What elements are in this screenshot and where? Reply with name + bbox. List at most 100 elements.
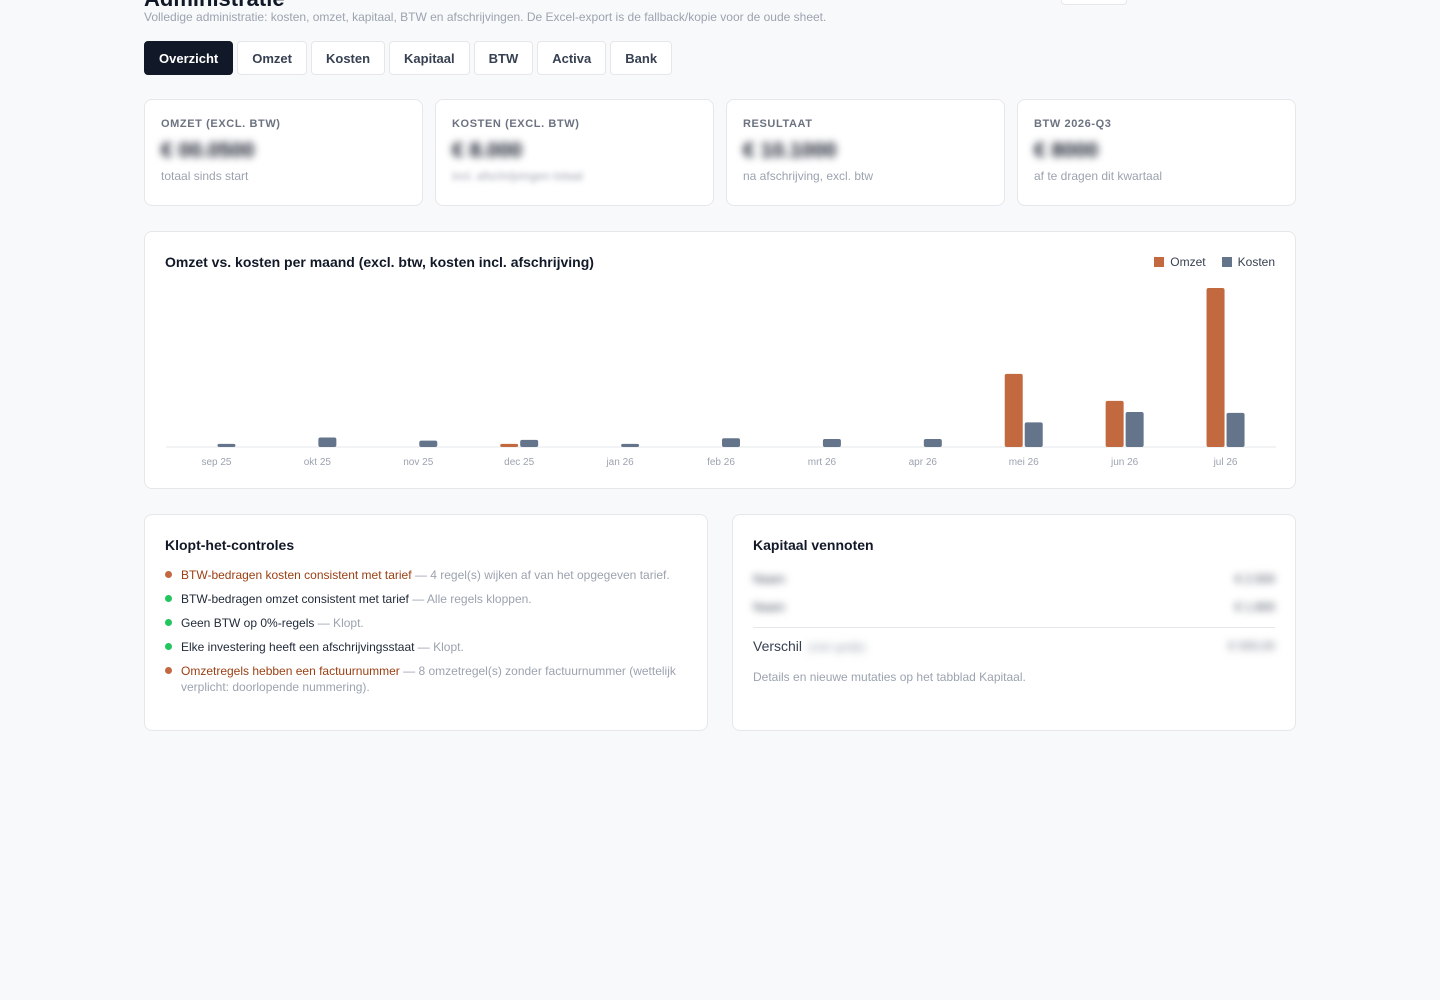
tab-kapitaal[interactable]: Kapitaal: [389, 41, 470, 75]
check-item: BTW-bedragen omzet consistent met tarief…: [165, 591, 687, 607]
bar-omzet[interactable]: [1206, 288, 1225, 447]
check-item: Geen BTW op 0%-regels — Klopt.: [165, 615, 687, 631]
total-note: (niet gelijk): [808, 640, 867, 654]
x-tick-label: jan 26: [605, 457, 634, 468]
bar-kosten[interactable]: [923, 439, 942, 447]
kpi-subtext: totaal sinds start: [161, 169, 249, 183]
chart-card: sep 25 okt 25 nov 25 dec 25 jan 26 feb 26 mrt …: [144, 231, 1296, 489]
total-label-wrap: Verschil (niet gelijk): [753, 638, 866, 654]
legend-item-kosten: Kosten: [1221, 255, 1275, 269]
x-tick-label: okt 25: [304, 457, 332, 468]
chart-title: Omzet vs. kosten per maand (excl. btw, k…: [165, 254, 594, 270]
capital-footer-note: Details en nieuwe mutaties op het tabbla…: [753, 670, 1026, 684]
capital-row: Naam € 2.500: [753, 565, 1275, 593]
bar-omzet[interactable]: [500, 443, 519, 447]
warning-dot-icon: [165, 667, 172, 674]
partner-name: Naam: [753, 572, 786, 586]
capital-row: Naam € 1.800: [753, 593, 1275, 621]
kpi-label: OMZET (EXCL. BTW): [161, 118, 281, 130]
tab-omzet[interactable]: Omzet: [237, 41, 307, 75]
kpi-card-kosten: KOSTEN (EXCL. BTW) € 8.000 incl. afschri…: [435, 99, 714, 206]
check-name: Geen BTW op 0%-regels: [181, 616, 315, 630]
checks-title: Klopt-het-controles: [165, 537, 295, 553]
check-name: Elke investering heeft een afschrijvings…: [181, 640, 415, 654]
check-list: BTW-bedragen kosten consistent met tarie…: [165, 567, 687, 695]
partner-amount: € 2.500: [1234, 572, 1275, 586]
kpi-row: OMZET (EXCL. BTW) € 00.0500 totaal sinds…: [144, 99, 1296, 206]
x-tick-label: jun 26: [1110, 457, 1139, 468]
check-name: BTW-bedragen omzet consistent met tarief: [181, 592, 409, 606]
page-subtitle: Volledige administratie: kosten, omzet, …: [144, 10, 827, 24]
checks-card: Klopt-het-controles BTW-bedragen kosten …: [144, 514, 708, 731]
kpi-card-resultaat: RESULTAAT € 10.1000 na afschrijving, exc…: [726, 99, 1005, 206]
legend-swatch-omzet: [1154, 257, 1165, 267]
kpi-subtext: af te dragen dit kwartaal: [1034, 169, 1163, 183]
warning-dot-icon: [165, 571, 172, 578]
capital-card: Kapitaal vennoten Naam € 2.500 Naam € 1.…: [732, 514, 1296, 731]
ok-dot-icon: [165, 619, 172, 626]
bar-kosten[interactable]: [520, 439, 539, 447]
bar-kosten[interactable]: [1226, 412, 1245, 447]
tab-bar: Overzicht Omzet Kosten Kapitaal BTW Acti…: [144, 41, 673, 75]
x-tick-label: mrt 26: [808, 457, 837, 468]
partner-name: Naam: [753, 600, 786, 614]
capital-total-row: Verschil (niet gelijk) € 000,00: [753, 632, 1275, 660]
kpi-subtext: na afschrijving, excl. btw: [743, 169, 874, 183]
tab-btw[interactable]: BTW: [473, 41, 534, 75]
check-item: Elke investering heeft een afschrijvings…: [165, 639, 687, 655]
tab-kosten[interactable]: Kosten: [310, 41, 386, 75]
tab-bank[interactable]: Bank: [610, 41, 673, 75]
kpi-value: € 00.0500: [161, 139, 255, 162]
total-value: € 000,00: [1228, 639, 1275, 653]
bar-kosten[interactable]: [1024, 422, 1043, 447]
check-detail: — Klopt.: [414, 640, 464, 654]
check-name: Omzetregels hebben een factuurnummer: [181, 664, 400, 678]
bar-kosten[interactable]: [722, 438, 740, 447]
kpi-value: € 8.000: [452, 139, 523, 162]
kpi-value: € 8000: [1034, 139, 1099, 162]
legend-swatch-kosten: [1221, 257, 1232, 267]
x-tick-label: mei 26: [1009, 457, 1039, 468]
capital-rows: Naam € 2.500 Naam € 1.800 Verschil (niet …: [753, 565, 1275, 660]
bar-kosten[interactable]: [621, 443, 640, 447]
capital-title: Kapitaal vennoten: [753, 537, 874, 553]
check-item: BTW-bedragen kosten consistent met tarie…: [165, 567, 687, 583]
check-detail: — Klopt.: [314, 616, 364, 630]
ok-dot-icon: [165, 643, 172, 650]
partner-amount: € 1.800: [1234, 600, 1275, 614]
kpi-subtext: incl. afschrijvingen totaal: [452, 169, 583, 183]
bar-omzet[interactable]: [1105, 400, 1124, 447]
kpi-value: € 10.1000: [743, 139, 837, 162]
kpi-label: BTW 2026-Q3: [1034, 118, 1112, 130]
bar-kosten[interactable]: [318, 437, 337, 447]
total-label: Verschil: [753, 638, 803, 654]
bar-kosten[interactable]: [419, 440, 438, 447]
kpi-card-omzet: OMZET (EXCL. BTW) € 00.0500 totaal sinds…: [144, 99, 423, 206]
bar-kosten[interactable]: [217, 443, 236, 447]
kpi-label: KOSTEN (EXCL. BTW): [452, 118, 580, 130]
x-tick-label: jul 26: [1213, 457, 1238, 468]
kpi-card-btw: BTW 2026-Q3 € 8000 af te dragen dit kwar…: [1017, 99, 1296, 206]
chart-legend: Omzet Kosten: [1154, 255, 1275, 269]
bar-kosten[interactable]: [822, 439, 841, 447]
check-name: BTW-bedragen kosten consistent met tarie…: [181, 568, 412, 582]
ok-dot-icon: [165, 595, 172, 602]
bar-kosten[interactable]: [1125, 412, 1144, 447]
kpi-label: RESULTAAT: [743, 118, 813, 130]
check-item: Omzetregels hebben een factuurnummer — 8…: [165, 663, 687, 695]
tab-overzicht[interactable]: Overzicht: [144, 41, 234, 75]
x-tick-label: apr 26: [909, 457, 938, 468]
x-tick-label: dec 25: [504, 457, 534, 468]
legend-label: Kosten: [1237, 255, 1275, 269]
header-action-button[interactable]: [1061, 0, 1127, 5]
x-tick-label: feb 26: [707, 457, 735, 468]
x-tick-label: nov 25: [403, 457, 433, 468]
divider: [753, 627, 1275, 628]
check-detail: — Alle regels kloppen.: [408, 592, 532, 606]
tab-activa[interactable]: Activa: [537, 41, 607, 75]
legend-item-omzet: Omzet: [1154, 255, 1206, 269]
bar-chart: sep 25 okt 25 nov 25 dec 25 jan 26 feb 26 mrt …: [166, 288, 1276, 468]
bar-omzet[interactable]: [1004, 373, 1023, 447]
x-tick-label: sep 25: [201, 457, 231, 468]
check-detail: — 4 regel(s) wijken af van het opgegeven…: [411, 568, 670, 582]
